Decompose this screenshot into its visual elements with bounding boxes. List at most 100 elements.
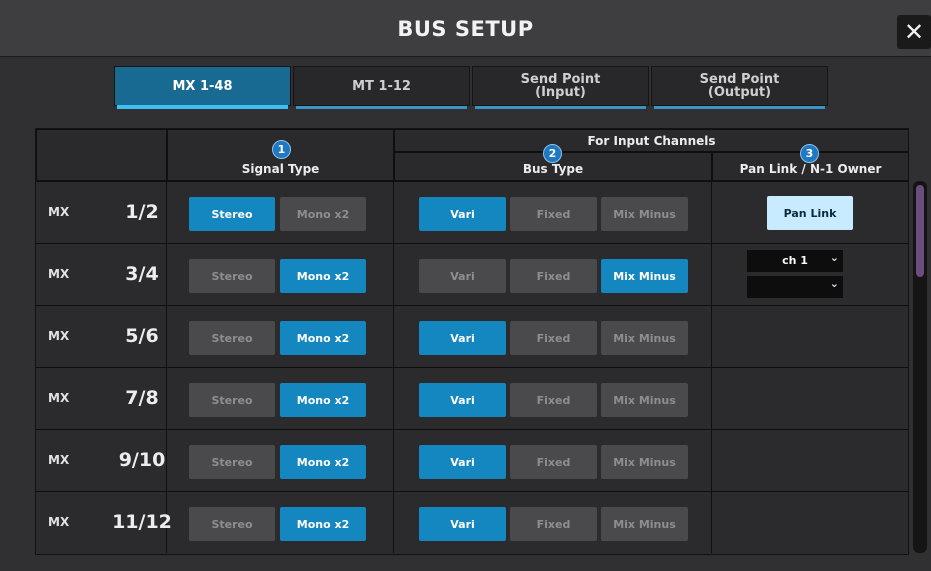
vari-button[interactable]: Vari	[419, 383, 506, 417]
close-button[interactable]: ✕	[897, 15, 931, 49]
bus-grid: 1 Signal Type For Input Channels 2 Bus T…	[35, 128, 909, 555]
chevron-down-icon: ⌄	[829, 251, 839, 264]
fixed-button[interactable]: Fixed	[510, 507, 597, 541]
header-signal-type: 1 Signal Type	[167, 129, 394, 181]
bus-setup-window: BUS SETUP ✕ MX 1-48 MT 1-12 Send Point (…	[0, 0, 931, 571]
fixed-button[interactable]: Fixed	[510, 383, 597, 417]
mono-x2-button[interactable]: Mono x2	[280, 197, 366, 231]
tab-label-line2: (Output)	[707, 85, 772, 100]
bus-type-cell: Vari Fixed Mix Minus	[394, 182, 712, 243]
bus-row: MX 5/6 Stereo Mono x2 Vari Fixed Mix Min…	[36, 305, 908, 367]
tab-label-line2: (Input)	[535, 85, 586, 100]
vari-button[interactable]: Vari	[419, 259, 506, 293]
bus-type-cell: Vari Fixed Mix Minus	[394, 306, 712, 367]
mix-minus-button[interactable]: Mix Minus	[601, 259, 688, 293]
stereo-button[interactable]: Stereo	[189, 321, 275, 355]
bus-row: MX 3/4 Stereo Mono x2 Vari Fixed Mix Min…	[36, 243, 908, 305]
bus-row: MX 7/8 Stereo Mono x2 Vari Fixed Mix Min…	[36, 367, 908, 429]
tab-mx-label: MX 1-48	[172, 78, 233, 94]
bus-type-cell: Vari Fixed Mix Minus	[394, 244, 712, 305]
tab-send-point-output[interactable]: Send Point (Output)	[651, 66, 828, 109]
signal-type-cell: Stereo Mono x2	[167, 492, 394, 553]
bus-label-cell: MX 9/10	[36, 430, 167, 491]
vari-button[interactable]: Vari	[419, 507, 506, 541]
fixed-button[interactable]: Fixed	[510, 445, 597, 479]
stereo-button[interactable]: Stereo	[189, 383, 275, 417]
signal-type-cell: Stereo Mono x2	[167, 430, 394, 491]
bus-label-cell: MX 7/8	[36, 368, 167, 429]
stereo-button[interactable]: Stereo	[189, 259, 275, 293]
stereo-button[interactable]: Stereo	[189, 507, 275, 541]
signal-type-cell: Stereo Mono x2	[167, 244, 394, 305]
mono-x2-button[interactable]: Mono x2	[280, 383, 366, 417]
mix-minus-button[interactable]: Mix Minus	[601, 445, 688, 479]
header-for-input-channels: For Input Channels	[394, 129, 909, 152]
vari-button[interactable]: Vari	[419, 321, 506, 355]
bus-prefix: MX	[48, 205, 70, 219]
signal-type-cell: Stereo Mono x2	[167, 182, 394, 243]
signal-type-label: Signal Type	[241, 162, 320, 176]
bus-prefix: MX	[48, 453, 70, 467]
mix-minus-button[interactable]: Mix Minus	[601, 507, 688, 541]
header-pan-link: 3 Pan Link / N-1 Owner	[712, 144, 909, 181]
owner-select-value: ch 1	[782, 254, 808, 267]
owner-select-1[interactable]: ch 1 ⌄	[747, 250, 843, 272]
fixed-button[interactable]: Fixed	[510, 197, 597, 231]
header-empty	[36, 129, 167, 181]
tab-mx[interactable]: MX 1-48	[114, 66, 291, 109]
vari-button[interactable]: Vari	[419, 445, 506, 479]
pan-link-cell: Pan Link	[712, 182, 908, 243]
mix-minus-button[interactable]: Mix Minus	[601, 321, 688, 355]
bus-label-cell: MX 1/2	[36, 182, 167, 243]
bus-prefix: MX	[48, 515, 70, 529]
fixed-button[interactable]: Fixed	[510, 321, 597, 355]
pan-link-cell	[712, 430, 908, 491]
title-bar: BUS SETUP ✕	[0, 0, 931, 57]
close-icon: ✕	[903, 18, 925, 46]
badge-2-icon: 2	[543, 144, 562, 163]
bus-row: MX 1/2 Stereo Mono x2 Vari Fixed Mix Min…	[36, 181, 908, 243]
header-bus-type: 2 Bus Type	[394, 144, 712, 181]
tab-send-point-input[interactable]: Send Point (Input)	[472, 66, 649, 109]
stereo-button[interactable]: Stereo	[189, 445, 275, 479]
mono-x2-button[interactable]: Mono x2	[280, 507, 366, 541]
bus-prefix: MX	[48, 267, 70, 281]
fixed-button[interactable]: Fixed	[510, 259, 597, 293]
signal-type-cell: Stereo Mono x2	[167, 368, 394, 429]
mix-minus-button[interactable]: Mix Minus	[601, 383, 688, 417]
for-input-channels-label: For Input Channels	[587, 134, 716, 148]
chevron-down-icon: ⌄	[829, 277, 839, 290]
badge-1-icon: 1	[272, 140, 291, 159]
tab-indicator	[475, 106, 646, 109]
tab-mt[interactable]: MT 1-12	[293, 66, 470, 109]
bus-type-cell: Vari Fixed Mix Minus	[394, 430, 712, 491]
bus-label-cell: MX 5/6	[36, 306, 167, 367]
stereo-button[interactable]: Stereo	[189, 197, 275, 231]
bus-row: MX 9/10 Stereo Mono x2 Vari Fixed Mix Mi…	[36, 429, 908, 491]
bus-label-cell: MX 11/12	[36, 492, 172, 553]
window-title: BUS SETUP	[397, 17, 534, 41]
owner-select-2[interactable]: ⌄	[747, 276, 843, 298]
mono-x2-button[interactable]: Mono x2	[280, 445, 366, 479]
bus-type-cell: Vari Fixed Mix Minus	[394, 368, 712, 429]
bus-type-label: Bus Type	[522, 162, 584, 176]
vari-button[interactable]: Vari	[419, 197, 506, 231]
pan-link-button[interactable]: Pan Link	[767, 196, 853, 230]
pan-link-cell: ch 1 ⌄ ⌄	[712, 244, 908, 305]
bus-prefix: MX	[48, 391, 70, 405]
tab-indicator	[654, 106, 825, 109]
signal-type-cell: Stereo Mono x2	[167, 306, 394, 367]
scrollbar-thumb[interactable]	[916, 185, 924, 277]
bus-type-cell: Vari Fixed Mix Minus	[394, 492, 712, 553]
mono-x2-button[interactable]: Mono x2	[280, 259, 366, 293]
bus-label-cell: MX 3/4	[36, 244, 167, 305]
badge-3-icon: 3	[800, 144, 819, 163]
mix-minus-button[interactable]: Mix Minus	[601, 197, 688, 231]
scrollbar[interactable]	[913, 181, 927, 553]
mono-x2-button[interactable]: Mono x2	[280, 321, 366, 355]
tab-mt-label: MT 1-12	[352, 78, 411, 94]
bus-prefix: MX	[48, 329, 70, 343]
tab-indicator	[117, 105, 288, 109]
pan-link-owner-label: Pan Link / N-1 Owner	[739, 162, 882, 176]
pan-link-cell	[712, 306, 908, 367]
